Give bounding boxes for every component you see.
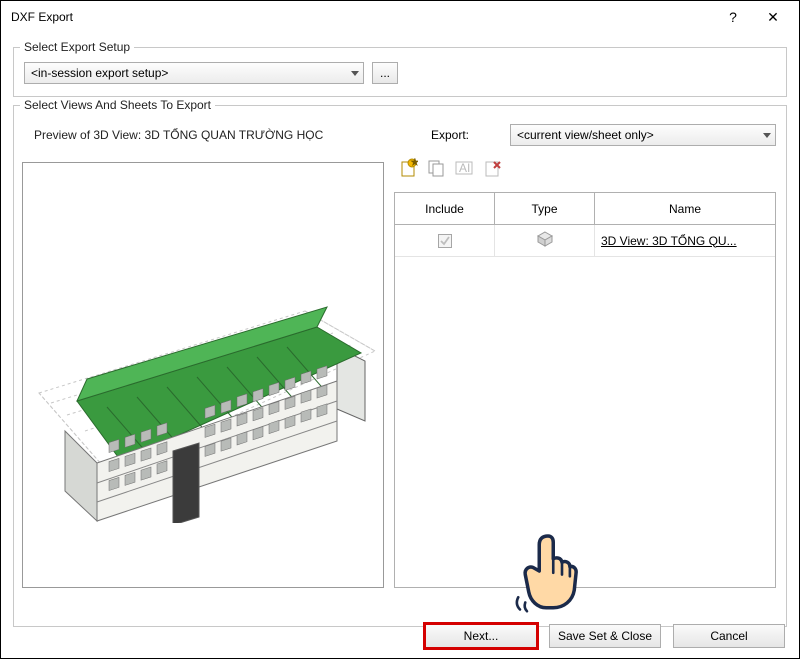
building-preview <box>37 303 377 523</box>
views-sheets-legend: Select Views And Sheets To Export <box>20 98 215 112</box>
table-row[interactable]: 3D View: 3D TỔNG QU... <box>395 225 775 257</box>
cube-3d-icon <box>536 230 554 251</box>
chevron-down-icon <box>351 66 359 80</box>
ellipsis-icon: ... <box>380 66 390 80</box>
name-cell[interactable]: 3D View: 3D TỔNG QU... <box>595 225 775 257</box>
next-button[interactable]: Next... <box>425 624 537 648</box>
include-checkbox[interactable] <box>438 234 452 248</box>
pointing-hand-icon <box>513 521 583 621</box>
svg-text:AI: AI <box>459 161 470 175</box>
export-setup-dropdown[interactable]: <in-session export setup> <box>24 62 364 84</box>
help-button[interactable]: ? <box>713 2 753 32</box>
preview-label: Preview of 3D View: 3D TỔNG QUAN TRƯỜNG … <box>24 128 390 142</box>
duplicate-icon[interactable] <box>426 158 446 178</box>
dialog-buttons: Next... Save Set & Close Cancel <box>425 624 785 648</box>
views-grid: Include Type Name <box>394 192 776 588</box>
col-include-header[interactable]: Include <box>395 193 495 225</box>
delete-icon[interactable] <box>482 158 502 178</box>
export-setup-group: Select Export Setup <in-session export s… <box>13 47 787 97</box>
titlebar: DXF Export ? ✕ <box>1 1 799 33</box>
export-scope-dropdown[interactable]: <current view/sheet only> <box>510 124 776 146</box>
preview-pane <box>22 162 384 588</box>
window-title: DXF Export <box>11 10 713 24</box>
chevron-down-icon <box>763 128 771 142</box>
new-set-icon[interactable]: ★ <box>398 158 418 178</box>
col-type-header[interactable]: Type <box>495 193 595 225</box>
view-name-link[interactable]: 3D View: 3D TỔNG QU... <box>595 234 743 248</box>
export-label: Export: <box>410 128 490 142</box>
views-sheets-group: Select Views And Sheets To Export Previe… <box>13 105 787 627</box>
svg-text:★: ★ <box>410 158 419 169</box>
save-set-close-button[interactable]: Save Set & Close <box>549 624 661 648</box>
col-name-header[interactable]: Name <box>595 193 775 225</box>
browse-setup-button[interactable]: ... <box>372 62 398 84</box>
export-scope-value: <current view/sheet only> <box>517 128 654 142</box>
close-button[interactable]: ✕ <box>753 2 793 32</box>
export-setup-legend: Select Export Setup <box>20 40 134 54</box>
export-setup-value: <in-session export setup> <box>31 66 168 80</box>
cancel-button[interactable]: Cancel <box>673 624 785 648</box>
set-toolbar: ★ AI <box>394 156 776 180</box>
type-cell <box>495 225 595 257</box>
dxf-export-dialog: DXF Export ? ✕ Select Export Setup <in-s… <box>0 0 800 659</box>
include-cell[interactable] <box>395 225 495 257</box>
rename-icon[interactable]: AI <box>454 158 474 178</box>
